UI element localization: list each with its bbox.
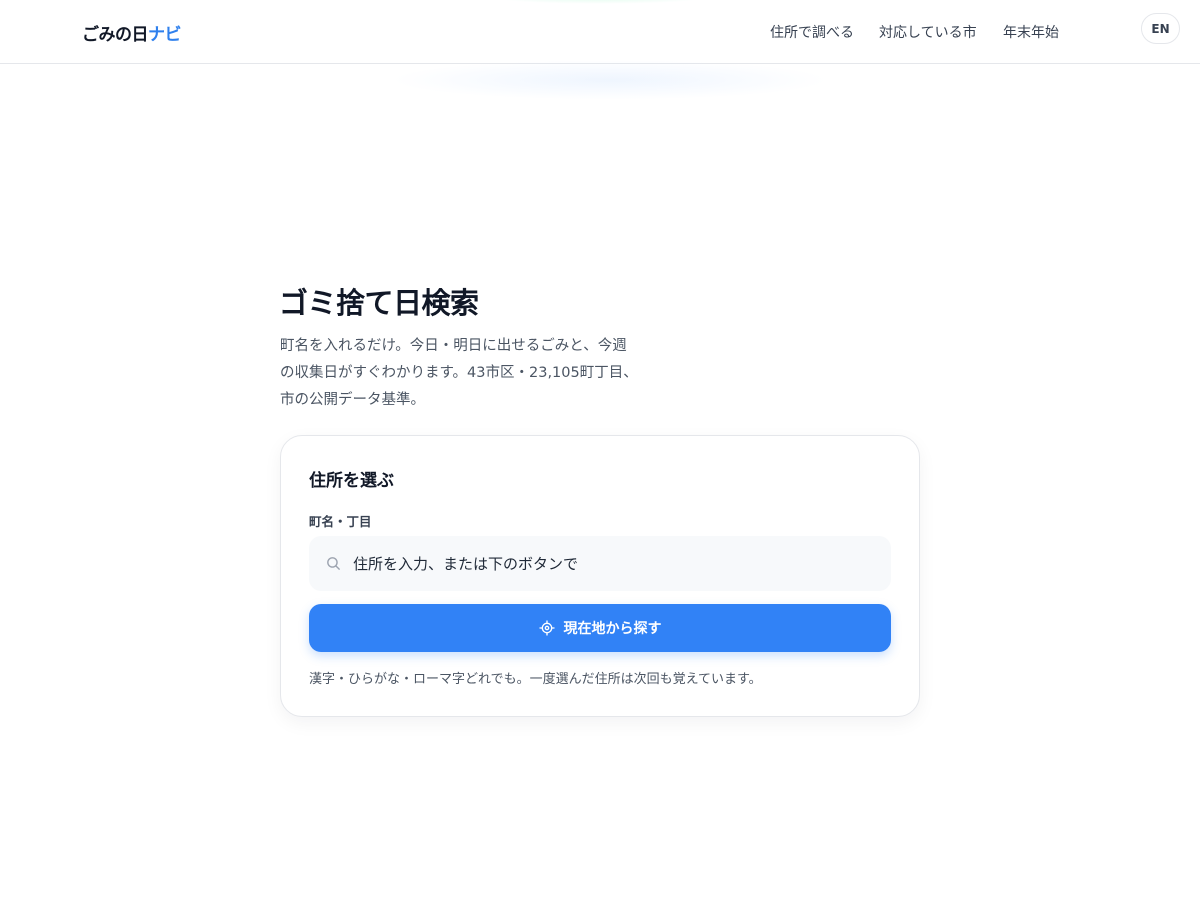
nav-link-year-end[interactable]: 年末年始 — [1003, 22, 1059, 42]
crosshair-icon — [538, 620, 555, 636]
town-field-label: 町名・丁目 — [309, 514, 372, 529]
nav-link-address-search[interactable]: 住所で調べる — [770, 22, 854, 42]
locate-current-position-button[interactable]: 現在地から探す — [309, 604, 891, 652]
header-glow-decoration — [390, 60, 830, 100]
header-decoration — [490, 0, 710, 4]
address-search-input[interactable] — [353, 536, 883, 591]
address-search-box[interactable] — [309, 536, 891, 591]
language-toggle-button[interactable]: EN — [1141, 13, 1180, 44]
search-icon — [327, 557, 340, 570]
card-title: 住所を選ぶ — [309, 471, 394, 491]
top-navbar: ごみの日ナビ 住所で調べる 対応している市 年末年始 EN — [0, 0, 1200, 64]
site-logo[interactable]: ごみの日ナビ — [82, 20, 182, 45]
input-hint-text: 漢字・ひらがな・ローマ字どれでも。一度選んだ住所は次回も覚えています。 — [309, 672, 762, 687]
nav-link-supported-cities[interactable]: 対応している市 — [879, 22, 977, 42]
page-title: ゴミ捨て日検索 — [279, 286, 479, 320]
page-description: 町名を入れるだけ。今日・明日に出せるごみと、今週の収集日がすぐわかります。43市… — [280, 338, 638, 408]
locate-button-label: 現在地から探す — [563, 621, 662, 637]
logo-accent-text: ナビ — [148, 25, 182, 45]
address-select-card: 住所を選ぶ 町名・丁目 現在地から探す 漢字・ひらがな・ローマ字どれでも。一度選… — [280, 435, 920, 717]
logo-text: ごみの日 — [82, 25, 149, 45]
